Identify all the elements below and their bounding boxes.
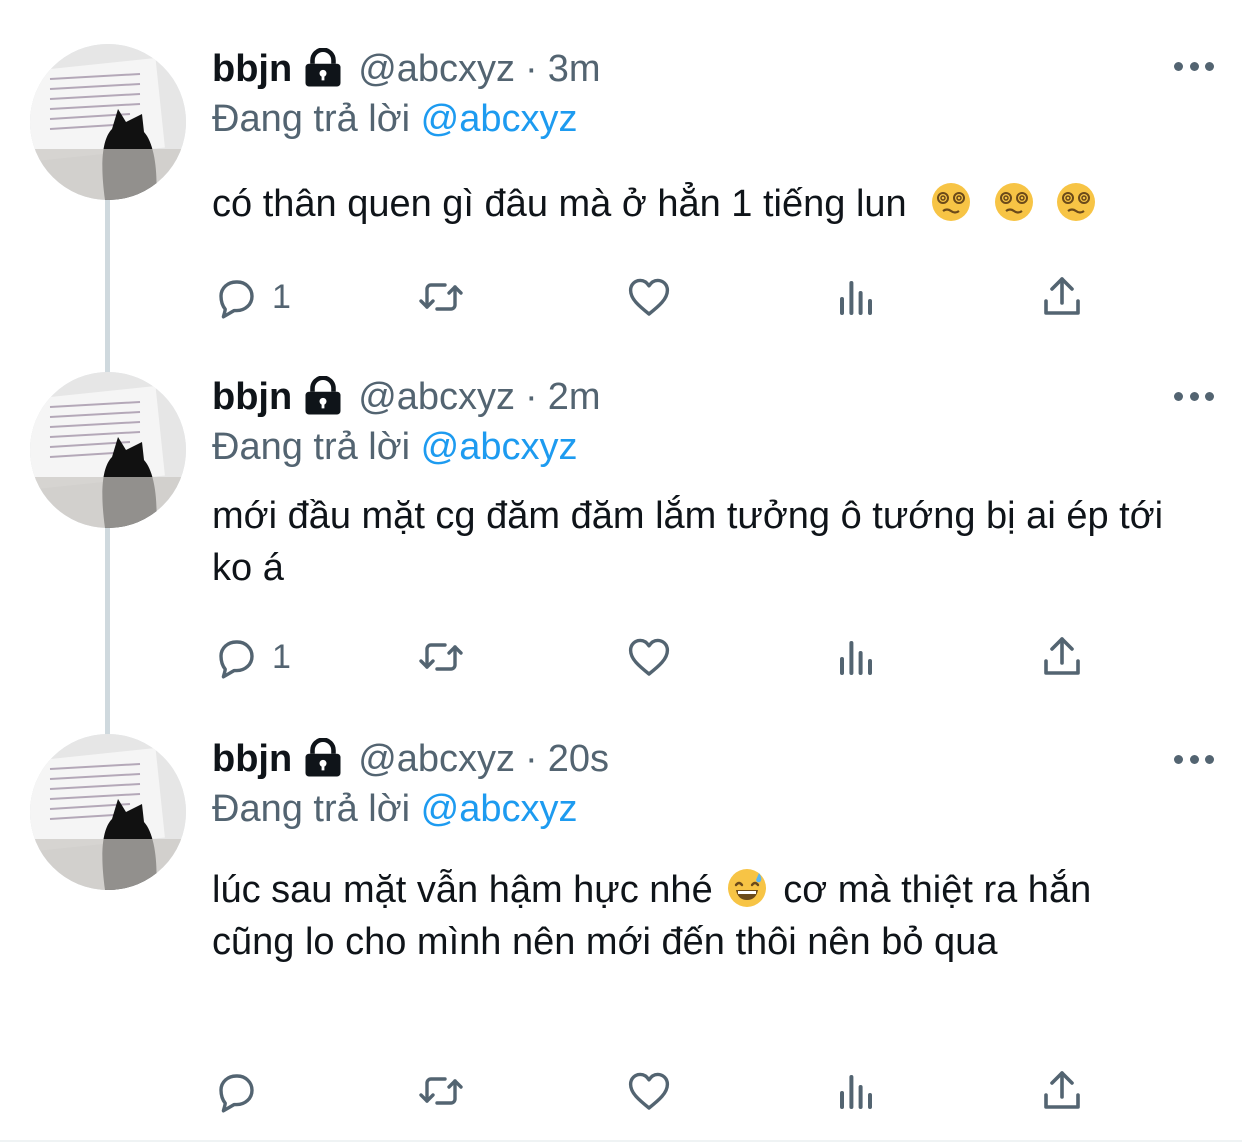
tweet-actions: 1 <box>212 632 1092 682</box>
retweet-icon <box>419 283 463 311</box>
timestamp[interactable]: 3m <box>548 44 601 94</box>
avatar[interactable] <box>30 734 186 890</box>
share-button[interactable] <box>1038 272 1086 322</box>
dizzy-face-emoji <box>994 183 1033 221</box>
avatar-image <box>30 372 186 528</box>
reply-count: 1 <box>272 277 291 316</box>
retweet-button[interactable] <box>417 632 465 682</box>
replying-to: Đang trả lời @abcxyz <box>212 94 1212 144</box>
heart-icon <box>628 278 670 316</box>
tweet-text: mới đầu mặt cg đăm đăm lắm tưởng ô tướng… <box>212 490 1202 594</box>
share-icon <box>1044 637 1080 675</box>
replying-to: Đang trả lời @abcxyz <box>212 784 1212 834</box>
thread-connector-line <box>105 198 110 373</box>
more-options-icon[interactable] <box>1174 62 1214 74</box>
tweet-header: bbjn @abcxyz · 3m <box>212 44 1212 94</box>
reply-button[interactable] <box>212 1066 272 1116</box>
lock-icon <box>305 376 341 415</box>
lock-icon <box>305 48 341 87</box>
like-button[interactable] <box>625 272 673 322</box>
user-handle[interactable]: @abcxyz <box>358 44 515 94</box>
analytics-button[interactable] <box>832 272 880 322</box>
retweet-button[interactable] <box>417 272 465 322</box>
separator-dot: · <box>525 376 538 418</box>
mention-link[interactable]: @abcxyz <box>421 426 578 468</box>
like-button[interactable] <box>625 632 673 682</box>
dizzy-face-emoji <box>1057 183 1096 221</box>
reply-icon <box>219 280 254 319</box>
user-handle[interactable]: @abcxyz <box>358 734 515 784</box>
tweet-text-content: có thân quen gì đâu mà ở hẳn 1 tiếng lun <box>212 183 907 225</box>
replying-to-label: Đang trả lời <box>212 98 411 140</box>
share-icon <box>1044 1071 1080 1109</box>
user-handle[interactable]: @abcxyz <box>358 372 515 422</box>
share-icon <box>1044 277 1080 315</box>
lock-icon <box>305 738 341 777</box>
mention-link[interactable]: @abcxyz <box>421 98 578 140</box>
grinning-sweat-emoji <box>727 869 766 907</box>
reply-count: 1 <box>272 637 291 676</box>
tweet-text: lúc sau mặt vẫn hậm hực nhé cơ mà thiệt … <box>212 864 1152 968</box>
display-name[interactable]: bbjn <box>212 44 292 94</box>
tweet-text: có thân quen gì đâu mà ở hẳn 1 tiếng lun <box>212 178 1212 230</box>
analytics-icon <box>840 281 872 315</box>
retweet-button[interactable] <box>417 1066 465 1116</box>
share-button[interactable] <box>1038 1066 1086 1116</box>
analytics-icon <box>840 1075 872 1109</box>
avatar-image <box>30 44 186 200</box>
tweet-text-content: mới đầu mặt cg đăm đăm lắm tưởng ô tướng… <box>212 495 1164 589</box>
mention-link[interactable]: @abcxyz <box>421 788 578 830</box>
tweet-actions: 1 <box>212 272 1092 322</box>
heart-icon <box>628 1072 670 1110</box>
reply-button[interactable]: 1 <box>212 272 291 322</box>
analytics-button[interactable] <box>832 1066 880 1116</box>
reply-icon <box>219 1074 254 1113</box>
like-button[interactable] <box>625 1066 673 1116</box>
replying-to-label: Đang trả lời <box>212 788 411 830</box>
replying-to: Đang trả lời @abcxyz <box>212 422 1212 472</box>
replying-to-label: Đang trả lời <box>212 426 411 468</box>
retweet-icon <box>419 643 463 671</box>
avatar-image <box>30 734 186 890</box>
timestamp[interactable]: 2m <box>548 372 601 422</box>
tweet-text-content: lúc sau mặt vẫn hậm hực nhé <box>212 869 713 911</box>
timestamp[interactable]: 20s <box>548 734 609 784</box>
thread-connector-line <box>105 528 110 738</box>
tweet-header: bbjn @abcxyz · 20s <box>212 734 1212 784</box>
avatar[interactable] <box>30 372 186 528</box>
display-name[interactable]: bbjn <box>212 734 292 784</box>
reply-icon <box>219 640 254 679</box>
separator-dot: · <box>525 738 538 780</box>
analytics-icon <box>840 641 872 675</box>
reply-button[interactable]: 1 <box>212 632 291 682</box>
retweet-icon <box>419 1077 463 1105</box>
share-button[interactable] <box>1038 632 1086 682</box>
display-name[interactable]: bbjn <box>212 372 292 422</box>
tweet[interactable]: bbjn @abcxyz · 20s Đang trả lời @abcxyz … <box>0 734 1242 1142</box>
dizzy-face-emoji <box>932 183 971 221</box>
more-options-icon[interactable] <box>1174 755 1214 767</box>
avatar[interactable] <box>30 44 186 200</box>
analytics-button[interactable] <box>832 632 880 682</box>
separator-dot: · <box>525 48 538 90</box>
heart-icon <box>628 638 670 676</box>
tweet-header: bbjn @abcxyz · 2m <box>212 372 1212 422</box>
tweet-actions <box>212 1066 1092 1116</box>
more-options-icon[interactable] <box>1174 392 1214 404</box>
